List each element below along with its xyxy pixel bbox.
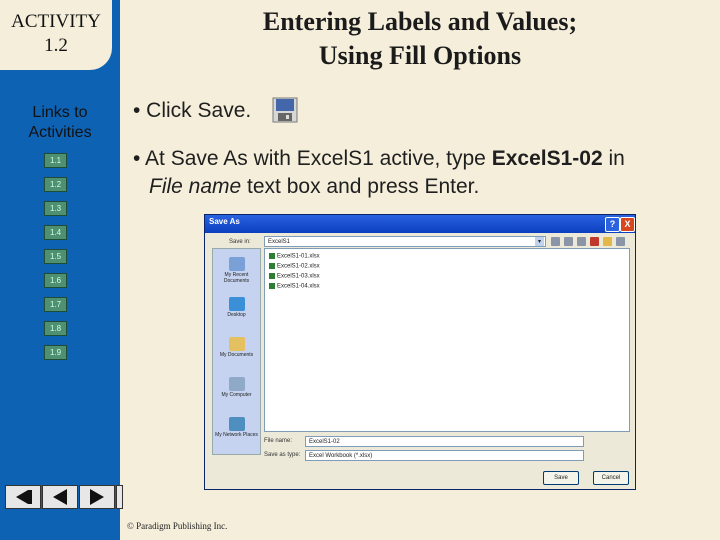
place-my-recent-documents[interactable]: My Recent Documents [213, 257, 260, 284]
bullet2-file-name-bold: ExcelS1-02 [491, 147, 603, 170]
bullet2-text-end: text box and press Enter. [241, 175, 480, 198]
link-activity-1-8[interactable]: 1.8 [44, 321, 67, 336]
save-in-select[interactable]: ExcelS1 ▾ [264, 236, 546, 247]
link-activity-1-9[interactable]: 1.9 [44, 345, 67, 360]
desktop-icon [228, 297, 245, 311]
bullet2-in: in [602, 147, 625, 170]
place-label: My Documents [219, 352, 254, 358]
save-in-label: Save in: [229, 239, 251, 245]
previous-slide-button[interactable] [42, 485, 78, 509]
link-activity-1-7[interactable]: 1.7 [44, 297, 67, 312]
place-label: My Computer [221, 392, 252, 398]
file-list: ExcelS1-01.xlsx ExcelS1-02.xlsx ExcelS1-… [264, 248, 630, 432]
first-slide-button[interactable] [5, 485, 41, 509]
save-as-type-label: Save as type: [264, 452, 301, 458]
activity-title: ACTIVITY 1.2 [0, 10, 112, 58]
bullet2-file-name-italic: File name [149, 175, 242, 198]
link-activity-1-4[interactable]: 1.4 [44, 225, 67, 240]
save-as-type-select[interactable]: Excel Workbook (*.xlsx) [305, 450, 584, 461]
first-slide-icon [16, 490, 32, 504]
file-item[interactable]: ExcelS1-04.xlsx [269, 283, 320, 290]
dialog-titlebar [205, 215, 635, 233]
link-activity-1-1[interactable]: 1.1 [44, 153, 67, 168]
delete-icon[interactable] [590, 237, 599, 246]
place-my-documents[interactable]: My Documents [213, 337, 260, 358]
file-name-input[interactable]: ExcelS1-02 [305, 436, 584, 447]
activity-label: ACTIVITY [11, 11, 101, 32]
previous-slide-icon [53, 489, 67, 505]
place-label: Desktop [227, 312, 246, 318]
dialog-close-button[interactable]: X [620, 217, 635, 232]
network-places-icon [228, 417, 245, 431]
excel-file-icon [269, 273, 275, 279]
bullet2-text-start: • At Save As with ExcelS1 active, type [133, 147, 492, 170]
links-heading: Links to Activities [0, 103, 120, 143]
file-name-label: File name: [264, 438, 293, 444]
save-as-dialog: Save As ? X Save in: ExcelS1 ▾ My Recent… [204, 214, 636, 490]
search-web-icon[interactable] [577, 237, 586, 246]
link-activity-1-6[interactable]: 1.6 [44, 273, 67, 288]
place-my-network-places[interactable]: My Network Places [213, 417, 260, 438]
up-folder-icon[interactable] [564, 237, 573, 246]
last-slide-button-edge[interactable] [116, 485, 123, 509]
save-in-value: ExcelS1 [268, 239, 291, 245]
chevron-down-icon: ▾ [535, 237, 544, 246]
excel-file-icon [269, 283, 275, 289]
sidebar [0, 0, 120, 540]
file-item[interactable]: ExcelS1-03.xlsx [269, 273, 320, 280]
back-icon[interactable] [551, 237, 560, 246]
place-desktop[interactable]: Desktop [213, 297, 260, 318]
file-item[interactable]: ExcelS1-02.xlsx [269, 263, 320, 270]
new-folder-icon[interactable] [603, 237, 612, 246]
activity-number: 1.2 [44, 35, 68, 56]
save-icon [272, 97, 298, 123]
views-icon[interactable] [616, 237, 625, 246]
recent-documents-icon [228, 257, 245, 271]
excel-file-icon [269, 263, 275, 269]
excel-file-icon [269, 253, 275, 259]
my-documents-icon [228, 337, 245, 351]
link-activity-1-3[interactable]: 1.3 [44, 201, 67, 216]
my-computer-icon [228, 377, 245, 391]
title-line-1: Entering Labels and Values; [262, 7, 578, 36]
next-slide-button[interactable] [79, 485, 115, 509]
dialog-help-button[interactable]: ? [605, 217, 620, 232]
bullet-click-save: • Click Save. [133, 99, 252, 122]
place-my-computer[interactable]: My Computer [213, 377, 260, 398]
save-button[interactable]: Save [543, 471, 579, 485]
link-activity-1-5[interactable]: 1.5 [44, 249, 67, 264]
next-slide-icon [90, 489, 104, 505]
dialog-title: Save As [209, 217, 240, 226]
file-item[interactable]: ExcelS1-01.xlsx [269, 253, 320, 260]
copyright-notice: © Paradigm Publishing Inc. [127, 521, 228, 531]
title-line-2: Using Fill Options [318, 41, 522, 70]
bullet-save-as-instructions: • At Save As with ExcelS1 active, type E… [133, 145, 713, 201]
cancel-button[interactable]: Cancel [593, 471, 629, 485]
links-heading-line1: Links to [32, 104, 88, 121]
places-bar: My Recent Documents Desktop My Documents… [212, 248, 261, 455]
page-title: Entering Labels and Values; Using Fill O… [130, 5, 710, 73]
link-activity-1-2[interactable]: 1.2 [44, 177, 67, 192]
place-label: My Network Places [215, 432, 258, 438]
place-label: My Recent Documents [223, 272, 250, 284]
links-heading-line2: Activities [28, 124, 92, 141]
